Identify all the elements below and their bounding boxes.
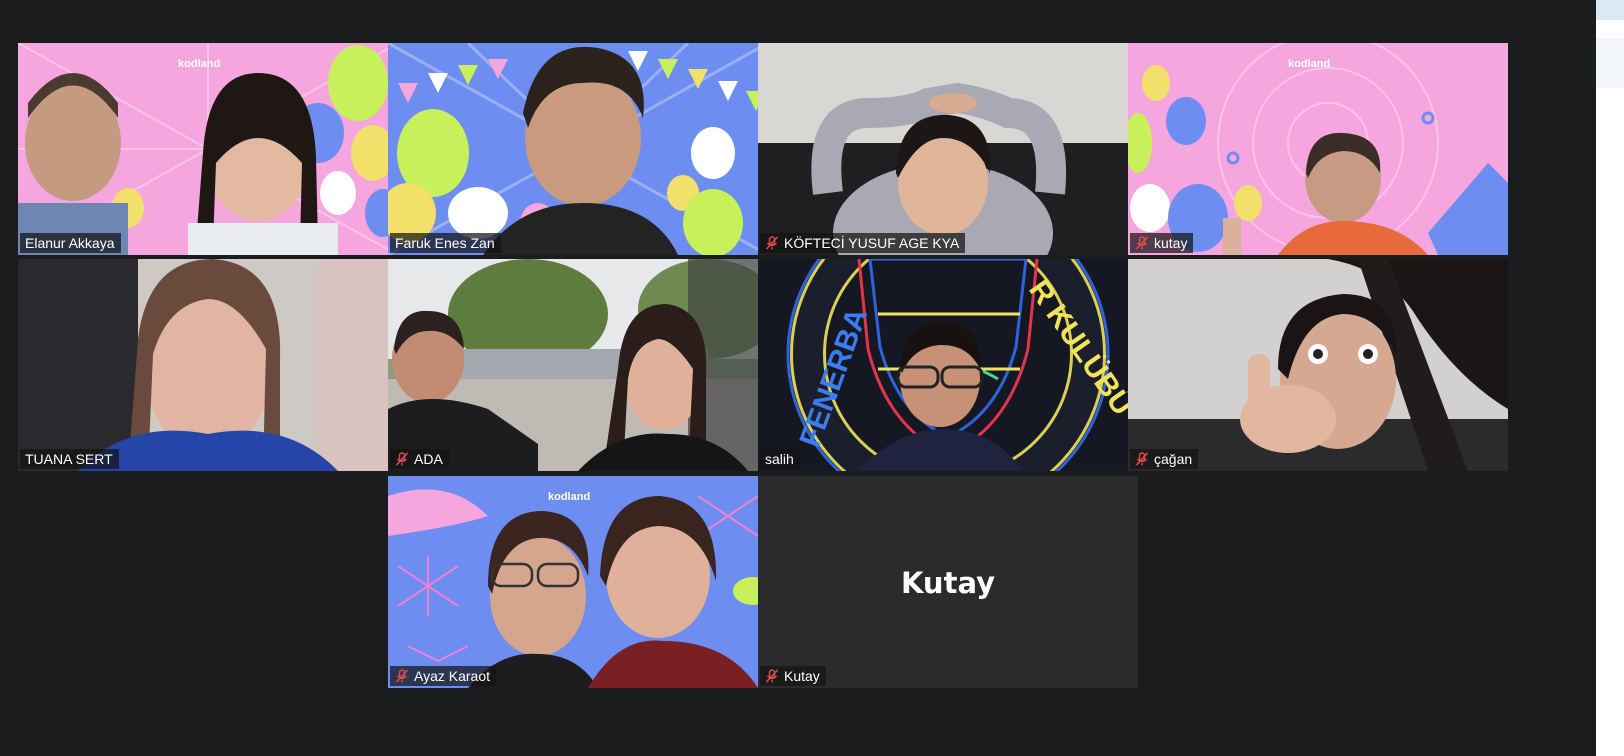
participant-name-tag: Ayaz Karaot	[390, 666, 497, 686]
party-background-scene: kodland	[1128, 43, 1508, 255]
participant-name: Kutay	[784, 668, 820, 684]
participant-name: salih	[765, 451, 794, 467]
party-background-scene	[388, 43, 768, 255]
participant-name: Ayaz Karaot	[414, 668, 491, 684]
participant-name: ADA	[414, 451, 443, 467]
microphone-muted-icon	[765, 236, 779, 250]
participant-name: çağan	[1154, 451, 1193, 467]
side-panel-item	[1596, 38, 1624, 88]
video-tile-faruk-enes-zan[interactable]: Faruk Enes Zan	[388, 43, 768, 255]
participant-name: Elanur Akkaya	[25, 235, 115, 251]
participant-name: Faruk Enes Zan	[395, 235, 495, 251]
participant-avatar-name: Kutay	[900, 566, 996, 600]
participant-name-tag: kutay	[1130, 233, 1194, 253]
video-tile-kutay-camera-off[interactable]: Kutay Kutay	[758, 476, 1138, 688]
video-tile-salih[interactable]: FENERBA R KULÜBÜ salih	[758, 259, 1138, 471]
svg-text:kodland: kodland	[178, 58, 220, 70]
side-panel-header	[1596, 0, 1624, 20]
room-scene	[1128, 259, 1508, 471]
microphone-muted-icon	[395, 669, 409, 683]
party-background-scene: kodland	[18, 43, 398, 255]
svg-text:kodland: kodland	[1288, 58, 1330, 70]
video-tile-ayaz-karaot[interactable]: kodland Ayaz Karaot	[388, 476, 768, 688]
svg-text:kodland: kodland	[548, 491, 590, 503]
participant-name-tag: çağan	[1130, 449, 1199, 469]
microphone-muted-icon	[765, 669, 779, 683]
participant-name-tag: salih	[760, 449, 800, 469]
microphone-muted-icon	[395, 452, 409, 466]
neon-sign-scene: FENERBA R KULÜBÜ	[786, 259, 1138, 471]
participant-name-tag: KÖFTECİ YUSUF AGE KYA	[760, 233, 966, 253]
party-background-scene: kodland	[388, 489, 768, 688]
side-panel-edge	[1596, 0, 1624, 756]
microphone-muted-icon	[1135, 452, 1149, 466]
participant-name: kutay	[1154, 235, 1188, 251]
room-scene	[18, 259, 398, 471]
room-scene	[758, 43, 1138, 255]
participant-name: KÖFTECİ YUSUF AGE KYA	[784, 235, 960, 251]
meeting-gallery: kodland Elanur Akkaya Faruk Enes Zan KÖF…	[0, 0, 1596, 756]
microphone-muted-icon	[1135, 236, 1149, 250]
video-tile-tuana-sert[interactable]: TUANA SERT	[18, 259, 398, 471]
video-tile-ada[interactable]: ADA	[388, 259, 768, 471]
outdoor-scene	[388, 259, 768, 471]
participant-name-tag: ADA	[390, 449, 449, 469]
participant-name-tag: Faruk Enes Zan	[390, 233, 501, 253]
participant-name-tag: Elanur Akkaya	[20, 233, 121, 253]
video-tile-cagan[interactable]: çağan	[1128, 259, 1508, 471]
video-tile-elanur-akkaya[interactable]: kodland Elanur Akkaya	[18, 43, 398, 255]
participant-name-tag: Kutay	[760, 666, 826, 686]
participant-name-tag: TUANA SERT	[20, 449, 119, 469]
participant-name: TUANA SERT	[25, 451, 113, 467]
video-tile-kofteci-yusuf[interactable]: KÖFTECİ YUSUF AGE KYA	[758, 43, 1138, 255]
video-tile-kutay-lowercase[interactable]: kodland kutay	[1128, 43, 1508, 255]
